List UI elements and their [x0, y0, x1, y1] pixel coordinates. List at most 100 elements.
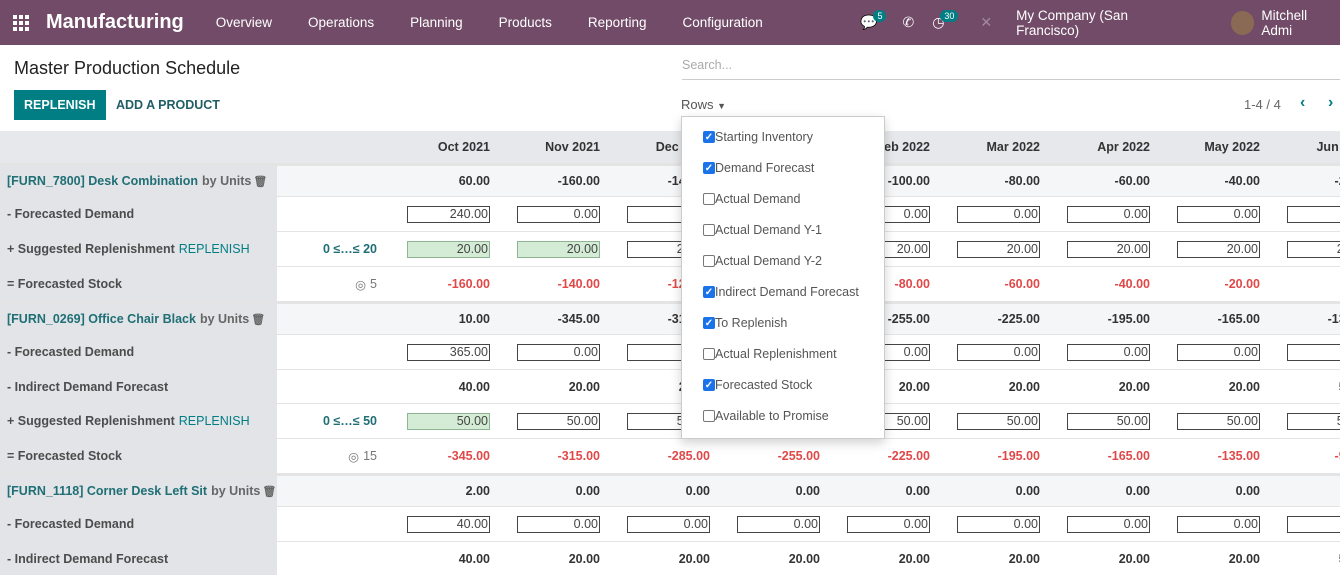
- company-switcher[interactable]: My Company (San Francisco): [1016, 8, 1193, 38]
- quantity-input[interactable]: 50.00: [517, 412, 600, 430]
- checkbox[interactable]: [703, 347, 715, 360]
- quantity-input[interactable]: 0.00: [627, 515, 710, 533]
- apps-menu-icon[interactable]: [13, 14, 31, 32]
- quantity-input[interactable]: 0.00: [1177, 343, 1260, 361]
- checkbox[interactable]: [703, 223, 715, 236]
- menu-reporting[interactable]: Reporting: [570, 15, 665, 30]
- checkbox[interactable]: [703, 409, 715, 422]
- trash-icon[interactable]: 🗑: [251, 313, 265, 326]
- row-label-text: + Suggested Replenishment: [7, 414, 175, 428]
- row-option-available-to-promise[interactable]: Available to Promise: [682, 400, 884, 431]
- quantity-input[interactable]: 20.00: [517, 240, 600, 258]
- quantity-input[interactable]: 50.00: [1177, 412, 1260, 430]
- quantity-input[interactable]: 40.00: [407, 515, 490, 533]
- product-name-link[interactable]: [FURN_7800] Desk Combination: [7, 174, 198, 188]
- menu-overview[interactable]: Overview: [198, 15, 290, 30]
- quantity-input[interactable]: 50.00: [957, 412, 1040, 430]
- row-cell: 20.00: [1160, 232, 1270, 266]
- quantity-input[interactable]: 240.00: [407, 205, 490, 223]
- starting-inventory-value: 0.00: [1125, 484, 1150, 498]
- row-replenish-link[interactable]: REPLENISH: [179, 242, 250, 256]
- row-cell: -285.00: [610, 439, 720, 473]
- row-value: -195.00: [997, 449, 1040, 463]
- row-cell: 40.00: [390, 507, 500, 541]
- search-input[interactable]: Search...: [682, 53, 1340, 80]
- menu-operations[interactable]: Operations: [290, 15, 392, 30]
- checkbox[interactable]: ✓: [703, 130, 715, 143]
- quantity-input[interactable]: 0.00: [957, 515, 1040, 533]
- product-name-link[interactable]: [FURN_0269] Office Chair Black: [7, 312, 196, 326]
- trash-icon[interactable]: 🗑: [253, 175, 267, 188]
- quantity-input[interactable]: 20.00: [1177, 240, 1260, 258]
- product-name-link[interactable]: [FURN_1118] Corner Desk Left Sit: [7, 484, 207, 498]
- menu-products[interactable]: Products: [481, 15, 570, 30]
- quantity-input[interactable]: 365.00: [407, 343, 490, 361]
- row-option-forecasted-stock[interactable]: ✓ Forecasted Stock: [682, 369, 884, 400]
- quantity-input[interactable]: 50.00: [407, 412, 490, 430]
- trash-icon[interactable]: 🗑: [262, 485, 276, 498]
- quantity-input[interactable]: 20.00: [1067, 240, 1150, 258]
- phone-icon[interactable]: ✆: [902, 14, 914, 31]
- rows-label: Rows: [681, 97, 714, 112]
- row-replenish-link[interactable]: REPLENISH: [179, 414, 250, 428]
- quantity-input[interactable]: 0.00: [517, 343, 600, 361]
- quantity-input[interactable]: 0.00: [1287, 515, 1340, 533]
- user-menu[interactable]: Mitchell Admi: [1230, 8, 1340, 38]
- quantity-input[interactable]: 20.00: [1287, 240, 1340, 258]
- row-option-indirect-demand-forecast[interactable]: ✓ Indirect Demand Forecast: [682, 276, 884, 307]
- table-header: Oct 2021Nov 2021Dec 2021Jan 2022Feb 2022…: [0, 131, 1340, 163]
- row-option-label: Demand Forecast: [715, 160, 815, 175]
- schedule-row: - Forecasted Demand 40.00 0.00 0.00 0.00 0.00…: [0, 506, 1340, 541]
- starting-inventory-value: -160.00: [557, 174, 600, 188]
- row-option-label: Actual Replenishment: [715, 346, 837, 361]
- row-value: 20.00: [788, 551, 820, 566]
- quantity-input[interactable]: 0.00: [1067, 515, 1150, 533]
- row-option-actual-replenishment[interactable]: Actual Replenishment: [682, 338, 884, 369]
- row-option-starting-inventory[interactable]: ✓ Starting Inventory: [682, 121, 884, 152]
- quantity-input[interactable]: 0.00: [1287, 205, 1340, 223]
- row-cell: 0.00: [500, 507, 610, 541]
- checkbox[interactable]: ✓: [703, 316, 715, 329]
- row-option-actual-demand-y-1[interactable]: Actual Demand Y-1: [682, 214, 884, 245]
- quantity-input[interactable]: 0.00: [1177, 515, 1260, 533]
- row-cell: 20.00: [390, 232, 500, 266]
- quantity-input[interactable]: 0.00: [957, 205, 1040, 223]
- checkbox[interactable]: ✓: [703, 378, 715, 391]
- quantity-input[interactable]: 50.00: [1287, 412, 1340, 430]
- quantity-input[interactable]: 20.00: [407, 240, 490, 258]
- min-max-range[interactable]: 0 ≤…≤ 50: [323, 414, 377, 428]
- quantity-input[interactable]: 0.00: [1067, 343, 1150, 361]
- row-option-actual-demand[interactable]: Actual Demand: [682, 183, 884, 214]
- quantity-input[interactable]: 0.00: [517, 205, 600, 223]
- quantity-input[interactable]: 0.00: [1177, 205, 1260, 223]
- menu-planning[interactable]: Planning: [392, 15, 481, 30]
- quantity-input[interactable]: 0.00: [957, 343, 1040, 361]
- checkbox[interactable]: [703, 254, 715, 267]
- quantity-input[interactable]: 0.00: [517, 515, 600, 533]
- quantity-input[interactable]: 50.00: [1067, 412, 1150, 430]
- quantity-input[interactable]: 0.00: [847, 515, 930, 533]
- replenish-button[interactable]: REPLENISH: [14, 90, 106, 120]
- row-option-actual-demand-y-2[interactable]: Actual Demand Y-2: [682, 245, 884, 276]
- checkbox[interactable]: ✓: [703, 161, 715, 174]
- checkbox[interactable]: [703, 192, 715, 205]
- quantity-input[interactable]: 0.00: [1287, 343, 1340, 361]
- quantity-input[interactable]: 0.00: [737, 515, 820, 533]
- app-brand[interactable]: Manufacturing: [46, 11, 184, 34]
- quantity-input[interactable]: 20.00: [957, 240, 1040, 258]
- next-page-icon[interactable]: ›: [1328, 94, 1333, 112]
- add-product-button[interactable]: ADD A PRODUCT: [116, 90, 220, 120]
- row-option-to-replenish[interactable]: ✓ To Replenish: [682, 307, 884, 338]
- row-option-label: Forecasted Stock: [715, 377, 813, 392]
- row-cell: 20.00: [830, 542, 940, 575]
- quantity-input[interactable]: 0.00: [1067, 205, 1150, 223]
- previous-page-icon[interactable]: ‹: [1300, 94, 1305, 112]
- row-value: -20.00: [1224, 277, 1260, 291]
- checkbox[interactable]: ✓: [703, 285, 715, 298]
- rows-dropdown-toggle[interactable]: Rows ▼: [681, 97, 726, 112]
- row-option-demand-forecast[interactable]: ✓ Demand Forecast: [682, 152, 884, 183]
- min-max-range[interactable]: 0 ≤…≤ 20: [323, 242, 377, 256]
- menu-configuration[interactable]: Configuration: [664, 15, 780, 30]
- debug-tools-icon[interactable]: ✕: [980, 14, 992, 31]
- row-label: - Indirect Demand Forecast: [0, 542, 277, 575]
